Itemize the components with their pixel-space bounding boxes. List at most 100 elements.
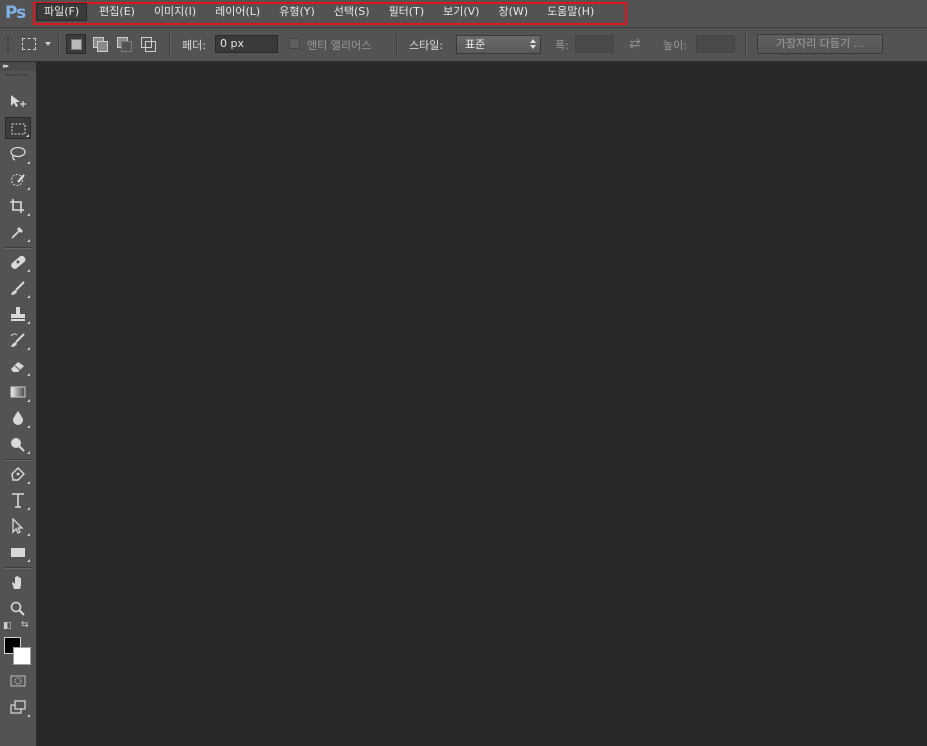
menu-edit[interactable]: 편집(E) — [92, 3, 142, 21]
add-selection-icon-overlay — [97, 41, 108, 52]
dodge-tool[interactable] — [5, 433, 31, 455]
menu-select[interactable]: 선택(S) — [327, 3, 377, 21]
swap-colors-icon[interactable]: ⇆ — [21, 621, 29, 630]
style-select[interactable]: 표준 — [456, 35, 541, 54]
eraser-tool[interactable] — [5, 355, 31, 377]
more-tools-indicator — [27, 451, 30, 454]
path-selection-tool[interactable] — [5, 515, 31, 537]
quick-mask-icon — [10, 675, 26, 687]
pen-icon — [11, 467, 25, 481]
gradient-tool[interactable] — [5, 381, 31, 403]
more-tools-indicator — [27, 373, 30, 376]
gradient-icon — [10, 386, 26, 398]
add-to-selection-button[interactable] — [90, 34, 110, 54]
more-tools-indicator — [26, 134, 29, 137]
subtract-from-selection-button[interactable] — [114, 34, 134, 54]
separator — [4, 247, 32, 249]
swap-icon[interactable]: ⇄ — [629, 36, 645, 52]
style-label: 스타일: — [409, 39, 444, 52]
more-tools-indicator — [27, 507, 30, 510]
photoshop-logo: Ps — [5, 3, 26, 23]
more-tools-indicator — [27, 481, 30, 484]
move-tool[interactable] — [5, 90, 31, 112]
menu-window[interactable]: 창(W) — [491, 3, 535, 21]
more-tools-indicator — [27, 347, 30, 350]
more-tools-indicator — [27, 161, 30, 164]
type-icon — [12, 493, 24, 508]
history-brush-tool[interactable] — [5, 329, 31, 351]
menu-layer[interactable]: 레이어(L) — [208, 3, 267, 21]
clone-stamp-tool[interactable] — [5, 303, 31, 325]
menu-help[interactable]: 도움말(H) — [540, 3, 601, 21]
more-tools-indicator — [27, 187, 30, 190]
brush-tool[interactable] — [5, 277, 31, 299]
width-label: 폭: — [555, 39, 569, 52]
menu-bar: Ps 파일(F) 편집(E) 이미지(I) 레이어(L) 유형(Y) 선택(S)… — [0, 0, 927, 28]
more-tools-indicator — [27, 321, 30, 324]
tools-panel-grip[interactable] — [6, 74, 28, 76]
style-select-value: 표준 — [465, 38, 486, 51]
collapse-panel-button[interactable]: ▸▸ — [0, 62, 36, 71]
dodge-icon — [11, 438, 25, 452]
width-input[interactable] — [575, 35, 614, 53]
lasso-tool[interactable] — [5, 143, 31, 165]
type-tool[interactable] — [5, 489, 31, 511]
separator — [396, 33, 398, 56]
more-tools-indicator — [27, 533, 30, 536]
default-colors-icon[interactable]: ◧ — [3, 622, 12, 631]
more-tools-indicator — [27, 399, 30, 402]
new-selection-button[interactable] — [66, 34, 86, 54]
feather-input[interactable]: 0 px — [215, 35, 278, 53]
antialias-label: 앤티 앨리어스 — [307, 39, 372, 52]
more-tools-indicator — [27, 425, 30, 428]
screen-mode-button[interactable] — [5, 696, 31, 718]
rectangle-tool[interactable] — [5, 541, 31, 563]
path-selection-icon — [12, 518, 24, 534]
lasso-icon — [10, 146, 26, 161]
hand-tool[interactable] — [5, 571, 31, 593]
quick-selection-tool[interactable] — [5, 169, 31, 191]
feather-label: 페더: — [182, 39, 206, 52]
pen-tool[interactable] — [5, 463, 31, 485]
rectangle-icon — [11, 548, 25, 557]
more-tools-indicator — [27, 213, 30, 216]
crop-tool[interactable] — [5, 195, 31, 217]
hand-icon — [12, 576, 21, 589]
more-tools-indicator — [27, 714, 30, 717]
brush-icon — [11, 281, 25, 295]
spot-healing-brush-tool[interactable] — [5, 251, 31, 273]
rectangular-marquee-tool[interactable] — [5, 117, 31, 139]
quick-selection-icon — [11, 174, 25, 186]
menu-type[interactable]: 유형(Y) — [272, 3, 322, 21]
blur-tool[interactable] — [5, 407, 31, 429]
antialias-checkbox[interactable] — [289, 38, 300, 49]
separator — [745, 33, 747, 56]
rectangular-marquee-icon — [22, 38, 36, 50]
background-color-swatch[interactable] — [13, 647, 31, 665]
subtract-selection-icon-overlay — [121, 41, 132, 52]
menu-filter[interactable]: 필터(T) — [382, 3, 432, 21]
workspace-canvas[interactable] — [37, 62, 927, 746]
separator — [169, 33, 171, 56]
intersect-selection-button[interactable] — [138, 34, 158, 54]
menu-view[interactable]: 보기(V) — [436, 3, 486, 21]
height-input[interactable] — [696, 35, 735, 53]
zoom-tool[interactable] — [5, 597, 31, 619]
more-tools-indicator — [27, 559, 30, 562]
options-bar-grip[interactable] — [7, 36, 9, 53]
eyedropper-icon — [11, 227, 23, 239]
more-tools-indicator — [27, 295, 30, 298]
options-bar: 페더: 0 px 앤티 앨리어스 스타일: 표준 폭: ⇄ 높이: 가장자리 다… — [0, 28, 927, 62]
chevron-down-icon — [45, 42, 51, 46]
separator — [4, 567, 32, 569]
tool-preset-picker[interactable] — [19, 35, 53, 53]
quick-mask-button[interactable] — [5, 670, 31, 692]
history-brush-icon — [10, 333, 25, 347]
menu-image[interactable]: 이미지(I) — [147, 3, 203, 21]
eyedropper-tool[interactable] — [5, 221, 31, 243]
eraser-icon — [11, 362, 24, 372]
tools-panel: ▸▸ ◧ ⇆ — [0, 62, 37, 746]
select-arrows-icon — [530, 39, 536, 50]
refine-edge-button[interactable]: 가장자리 다듬기 ... — [757, 34, 883, 54]
menu-file[interactable]: 파일(F) — [36, 3, 88, 21]
